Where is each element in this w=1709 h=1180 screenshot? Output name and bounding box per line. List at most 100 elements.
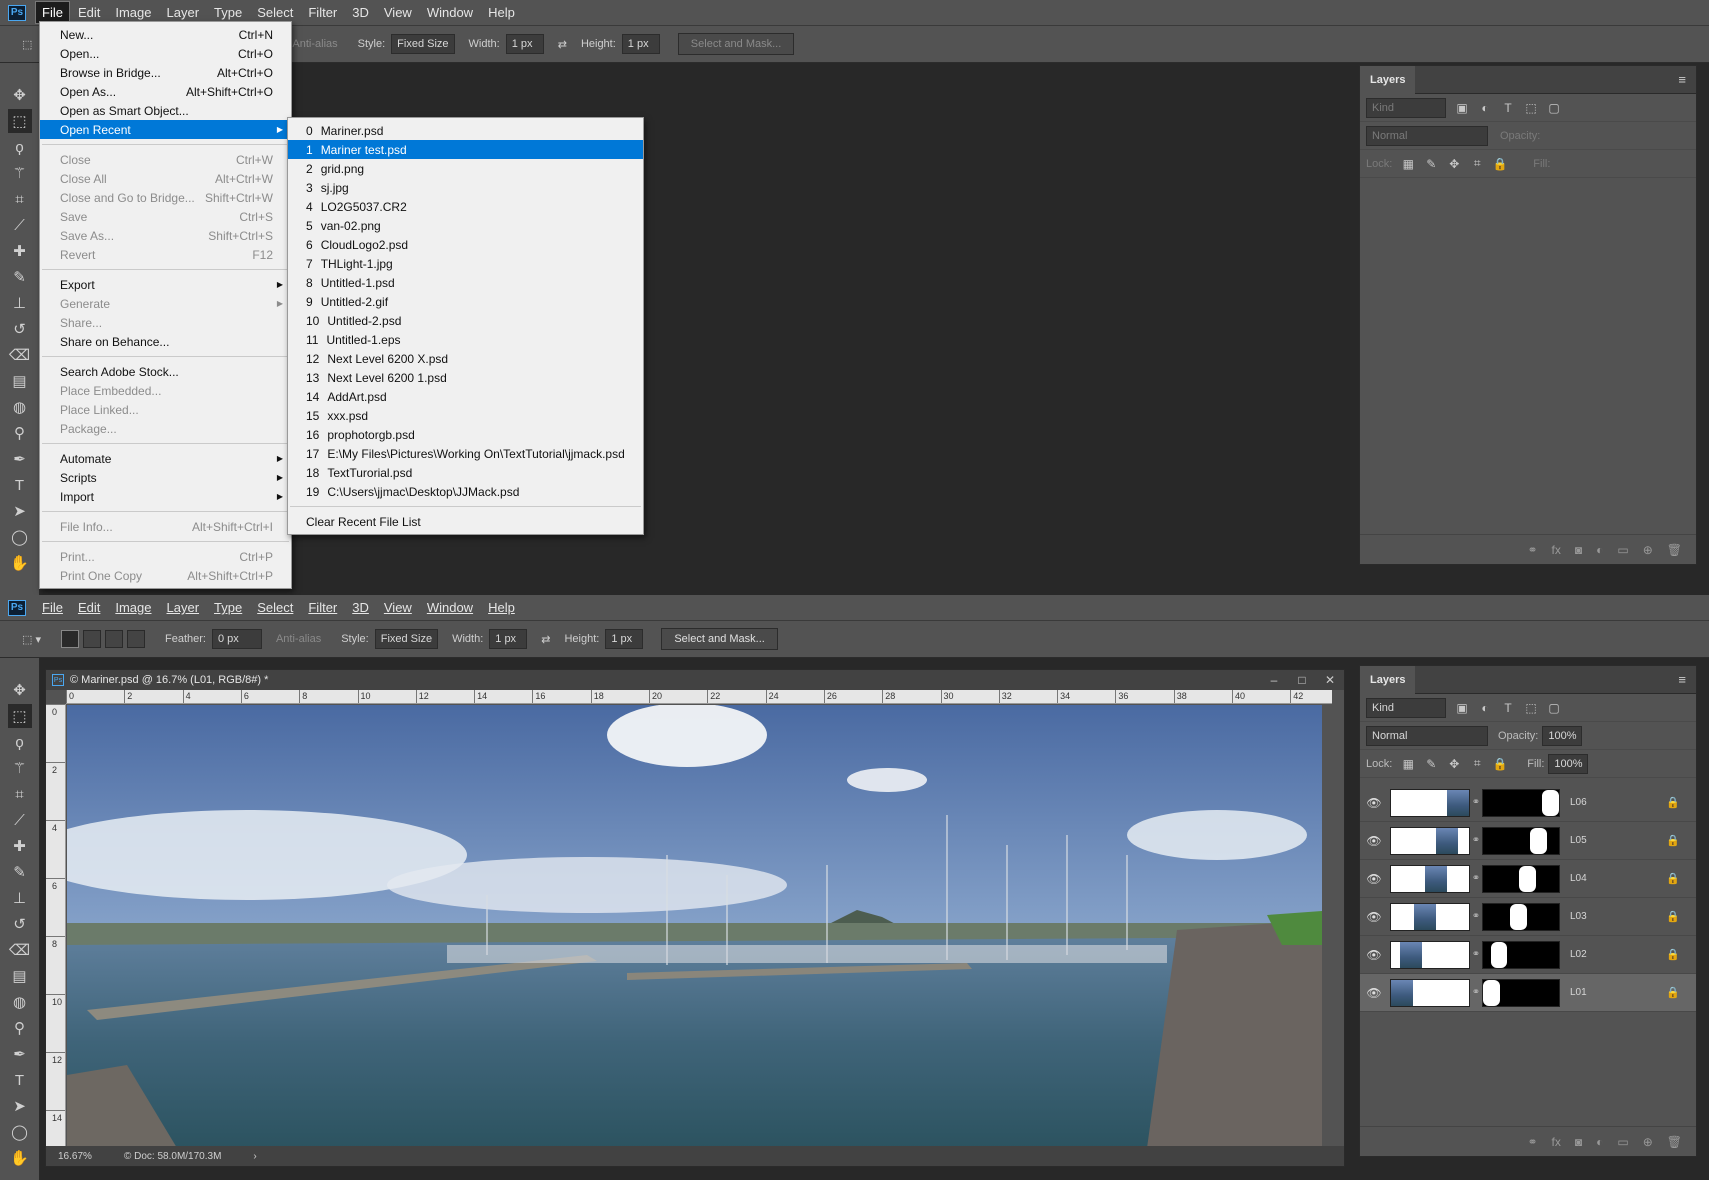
clear-recent-button[interactable]: Clear Recent File List — [288, 512, 643, 531]
file-menu-item[interactable]: Open Recent ▶ — [40, 120, 291, 139]
layer-row[interactable]: 👁 ⚭ L04 🔒 — [1360, 860, 1696, 898]
layer-row[interactable]: 👁 ⚭ L06 🔒 — [1360, 784, 1696, 822]
link-icon[interactable]: ⚭ — [1527, 543, 1537, 557]
lock-paint-icon[interactable]: ✎ — [1424, 157, 1438, 171]
type-filter-icon[interactable]: T — [1501, 701, 1515, 715]
ellipse-tool-icon[interactable]: ◯ — [8, 1120, 32, 1144]
image-filter-icon[interactable]: ▣ — [1455, 701, 1469, 715]
add-selection-icon[interactable] — [82, 630, 101, 648]
recent-file-item[interactable]: 18 TextTurorial.psd — [288, 463, 643, 482]
shape-filter-icon[interactable]: ⬚ — [1524, 101, 1538, 115]
intersect-selection-icon[interactable] — [126, 630, 145, 648]
recent-file-item[interactable]: 6 CloudLogo2.psd — [288, 235, 643, 254]
layer-row[interactable]: 👁 ⚭ L01 🔒 — [1360, 974, 1696, 1012]
mask-link-icon[interactable]: ⚭ — [1470, 911, 1482, 922]
menu-layer[interactable]: Layer — [161, 597, 206, 618]
file-menu-item[interactable]: Close and Go to Bridge... Shift+Ctrl+W — [40, 188, 291, 207]
new-layer-icon[interactable]: ⊕ — [1643, 543, 1653, 557]
mask-icon[interactable]: ◙ — [1575, 1135, 1582, 1149]
layer-thumbnail[interactable] — [1390, 788, 1470, 817]
group-icon[interactable]: ▭ — [1617, 543, 1628, 557]
file-menu-item[interactable]: Save As... Shift+Ctrl+S — [40, 226, 291, 245]
dodge-tool-icon[interactable]: ⚲ — [8, 421, 32, 445]
layer-lock-icon[interactable]: 🔒 — [1666, 948, 1680, 961]
menu-help[interactable]: Help — [482, 597, 521, 618]
file-menu-item[interactable]: Open... Ctrl+O — [40, 44, 291, 63]
move-tool-icon[interactable]: ✥ — [8, 678, 32, 702]
menu-help[interactable]: Help — [482, 2, 521, 23]
link-icon[interactable]: ⚭ — [1527, 1135, 1537, 1149]
visibility-eye-icon[interactable]: 👁 — [1360, 910, 1388, 924]
menu-view[interactable]: View — [378, 597, 418, 618]
recent-file-item[interactable]: 8 Untitled-1.psd — [288, 273, 643, 292]
status-arrow-icon[interactable]: › — [253, 1151, 256, 1162]
eraser-icon[interactable]: ⌫ — [8, 343, 32, 367]
trash-icon[interactable]: 🗑 — [1667, 543, 1682, 557]
file-menu-item[interactable]: Generate ▶ — [40, 294, 291, 313]
eyedropper-icon[interactable]: ⟋ — [8, 808, 32, 832]
width-input[interactable]: 1 px — [505, 34, 544, 54]
brush-tool-icon[interactable]: ✎ — [8, 860, 32, 884]
visibility-eye-icon[interactable]: 👁 — [1360, 796, 1388, 810]
panel-menu-icon[interactable]: ≡ — [1678, 672, 1686, 687]
smart-filter-icon[interactable]: ▢ — [1547, 101, 1561, 115]
new-layer-icon[interactable]: ⊕ — [1643, 1135, 1653, 1149]
fx-icon[interactable]: fx — [1552, 543, 1561, 557]
fill-input[interactable]: 100% — [1548, 753, 1589, 774]
file-menu-item[interactable]: File Info... Alt+Shift+Ctrl+I — [40, 517, 291, 536]
visibility-eye-icon[interactable]: 👁 — [1360, 834, 1388, 848]
blur-tool-icon[interactable]: ◍ — [8, 990, 32, 1014]
layer-row[interactable]: 👁 ⚭ L05 🔒 — [1360, 822, 1696, 860]
menu-edit[interactable]: Edit — [72, 597, 106, 618]
lasso-tool-icon[interactable]: ϙ — [8, 135, 32, 159]
crop-tool-icon[interactable]: ⌗ — [8, 187, 32, 211]
file-menu-item[interactable]: Save Ctrl+S — [40, 207, 291, 226]
swap-icon[interactable]: ⇄ — [558, 38, 567, 51]
mask-icon[interactable]: ◙ — [1575, 543, 1582, 557]
file-menu-item[interactable]: Search Adobe Stock... — [40, 362, 291, 381]
recent-file-item[interactable]: 14 AddArt.psd — [288, 387, 643, 406]
layer-lock-icon[interactable]: 🔒 — [1666, 986, 1680, 999]
lock-position-icon[interactable]: ✥ — [1447, 157, 1461, 171]
marquee-icon[interactable]: ⬚ ▾ — [22, 633, 41, 646]
lock-pixels-icon[interactable]: ▦ — [1401, 757, 1415, 771]
menu-edit[interactable]: Edit — [72, 2, 106, 23]
eraser-icon[interactable]: ⌫ — [8, 938, 32, 962]
recent-file-item[interactable]: 2 grid.png — [288, 159, 643, 178]
move-tool-icon[interactable]: ✥ — [8, 83, 32, 107]
select-and-mask-button[interactable]: Select and Mask... — [677, 33, 795, 55]
menu-window[interactable]: Window — [421, 2, 479, 23]
file-menu-item[interactable]: Scripts ▶ — [40, 468, 291, 487]
hand-tool-icon[interactable]: ✋ — [8, 1146, 32, 1170]
blur-tool-icon[interactable]: ◍ — [8, 395, 32, 419]
layer-lock-icon[interactable]: 🔒 — [1666, 796, 1680, 809]
layer-lock-icon[interactable]: 🔒 — [1666, 872, 1680, 885]
file-menu-item[interactable]: Share... — [40, 313, 291, 332]
menu-layer[interactable]: Layer — [161, 2, 206, 23]
layer-thumbnail[interactable] — [1390, 864, 1470, 893]
mask-link-icon[interactable]: ⚭ — [1470, 873, 1482, 884]
lock-artboard-icon[interactable]: ⌗ — [1470, 756, 1484, 771]
recent-file-item[interactable]: 3 sj.jpg — [288, 178, 643, 197]
pen-tool-icon[interactable]: ✒ — [8, 1042, 32, 1066]
width-input[interactable]: 1 px — [489, 629, 528, 649]
file-menu-item[interactable]: Share on Behance... — [40, 332, 291, 351]
recent-file-item[interactable]: 13 Next Level 6200 1.psd — [288, 368, 643, 387]
file-menu-item[interactable]: Place Embedded... — [40, 381, 291, 400]
gradient-icon[interactable]: ▤ — [8, 369, 32, 393]
trash-icon[interactable]: 🗑 — [1667, 1135, 1682, 1149]
file-menu-item[interactable]: Print... Ctrl+P — [40, 547, 291, 566]
recent-file-item[interactable]: 5 van-02.png — [288, 216, 643, 235]
lock-all-icon[interactable]: 🔒 — [1493, 157, 1508, 171]
mask-link-icon[interactable]: ⚭ — [1470, 797, 1482, 808]
layer-mask-thumbnail[interactable] — [1482, 940, 1560, 969]
healing-brush-icon[interactable]: ✚ — [8, 834, 32, 858]
path-select-icon[interactable]: ➤ — [8, 1094, 32, 1118]
menu-select[interactable]: Select — [251, 2, 299, 23]
lock-artboard-icon[interactable]: ⌗ — [1470, 156, 1484, 171]
fx-icon[interactable]: fx — [1552, 1135, 1561, 1149]
file-menu-item[interactable]: Package... — [40, 419, 291, 438]
group-icon[interactable]: ▭ — [1617, 1135, 1628, 1149]
lock-paint-icon[interactable]: ✎ — [1424, 757, 1438, 771]
shape-filter-icon[interactable]: ⬚ — [1524, 701, 1538, 715]
